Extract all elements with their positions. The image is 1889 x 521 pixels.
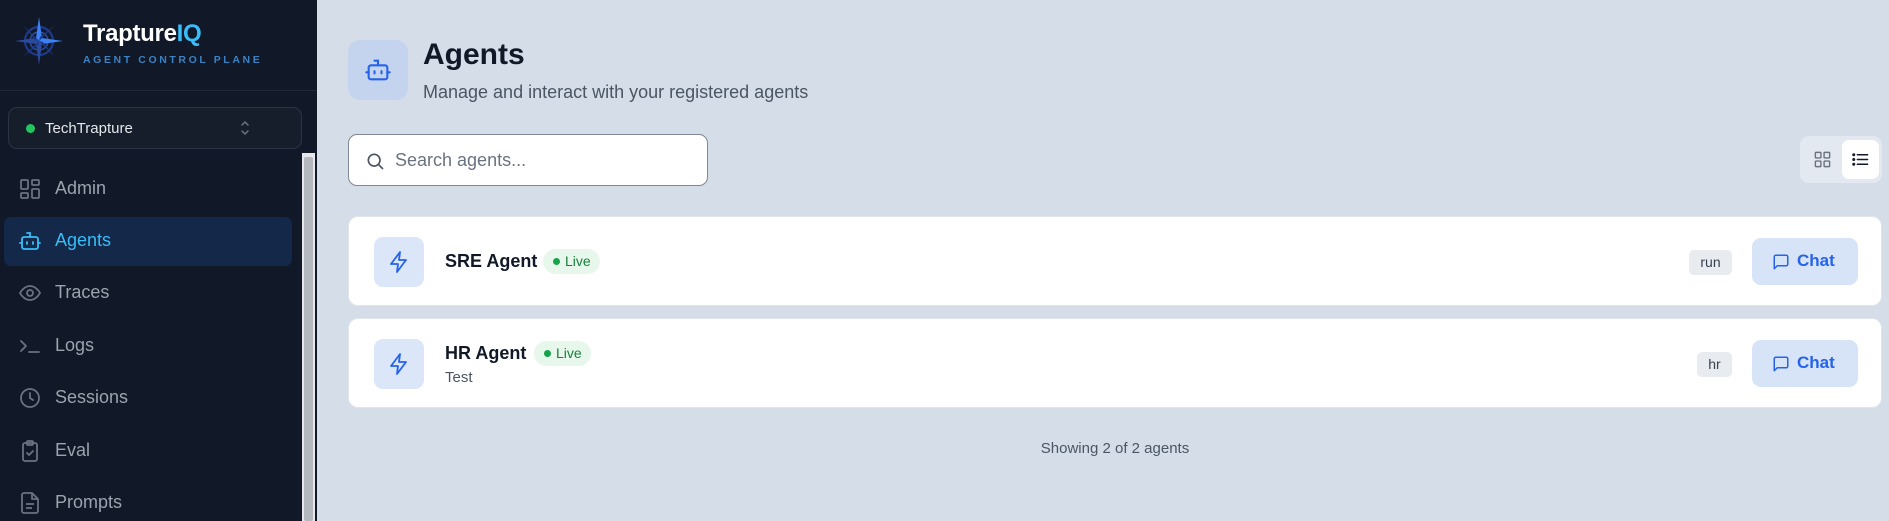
clipboard-check-icon: [22, 440, 38, 462]
sidebar-item-sessions[interactable]: Sessions: [4, 374, 292, 423]
agent-tag: run: [1689, 250, 1732, 275]
agent-name: HR Agent: [445, 343, 527, 363]
agent-tag: hr: [1697, 352, 1732, 377]
sidebar-item-label: Eval: [55, 440, 91, 460]
sidebar-item-prompts[interactable]: Prompts: [4, 479, 292, 521]
agent-name: SRE Agent: [445, 251, 538, 271]
agent-avatar: [374, 237, 424, 287]
chevron-up-down-icon: [241, 121, 249, 135]
page-subtitle: Manage and interact with your registered…: [423, 82, 809, 102]
chat-icon: [1773, 356, 1789, 372]
view-toggle: [1800, 136, 1882, 183]
compass-logo-icon: [15, 17, 63, 65]
sidebar-item-label: Logs: [55, 335, 95, 355]
chat-button-label: Chat: [1797, 251, 1835, 270]
agent-card[interactable]: HR Agent Live Test hr Chat: [348, 318, 1882, 408]
sidebar-item-label: Admin: [55, 178, 107, 198]
sidebar-item-logs[interactable]: Logs: [4, 322, 292, 371]
lightning-icon: [390, 251, 407, 273]
sidebar-item-eval[interactable]: Eval: [4, 427, 292, 476]
chat-button[interactable]: Chat: [1752, 238, 1858, 285]
grid-icon: [1814, 151, 1831, 168]
brand-name: TraptureIQ: [83, 20, 202, 47]
list-view-button[interactable]: [1842, 140, 1879, 179]
page-title: Agents: [423, 38, 525, 71]
eye-icon: [18, 285, 42, 301]
list-icon: [1852, 153, 1869, 166]
terminal-icon: [20, 340, 40, 353]
results-count: Showing 2 of 2 agents: [1040, 440, 1190, 457]
sidebar-scrollbar-thumb[interactable]: [304, 157, 313, 521]
org-name: TechTrapture: [45, 120, 133, 137]
dashboard-icon: [20, 179, 40, 199]
sidebar-item-admin[interactable]: Admin: [4, 165, 292, 214]
sidebar-item-agents[interactable]: Agents: [4, 217, 292, 266]
chat-button[interactable]: Chat: [1752, 340, 1858, 387]
agent-description: Test: [445, 369, 473, 386]
org-status-dot: [26, 124, 35, 133]
bot-icon: [365, 59, 391, 81]
status-badge: Live: [543, 249, 600, 274]
clock-icon: [20, 388, 40, 408]
bot-icon: [19, 232, 41, 250]
status-badge: Live: [534, 341, 591, 366]
lightning-icon: [390, 353, 407, 375]
search-icon: [367, 153, 384, 170]
agent-card[interactable]: SRE Agent Live run Chat: [348, 216, 1882, 306]
sidebar: TraptureIQ AGENT CONTROL PLANE TechTrapt…: [0, 0, 317, 521]
chat-button-label: Chat: [1797, 353, 1835, 372]
agent-avatar: [374, 339, 424, 389]
sidebar-item-traces[interactable]: Traces: [4, 269, 292, 318]
grid-view-button[interactable]: [1804, 140, 1841, 179]
sidebar-item-label: Agents: [55, 230, 112, 250]
sidebar-item-label: Prompts: [55, 492, 123, 512]
page-header-icon: [348, 40, 408, 100]
file-icon: [21, 492, 39, 514]
brand-header: TraptureIQ AGENT CONTROL PLANE: [0, 0, 317, 91]
brand-subtitle: AGENT CONTROL PLANE: [83, 54, 263, 66]
search-input[interactable]: [395, 147, 695, 173]
chat-icon: [1773, 254, 1789, 270]
sidebar-item-label: Sessions: [55, 387, 129, 407]
sidebar-item-label: Traces: [55, 282, 110, 302]
org-switcher[interactable]: TechTrapture: [8, 107, 302, 149]
search-box: [348, 134, 708, 186]
